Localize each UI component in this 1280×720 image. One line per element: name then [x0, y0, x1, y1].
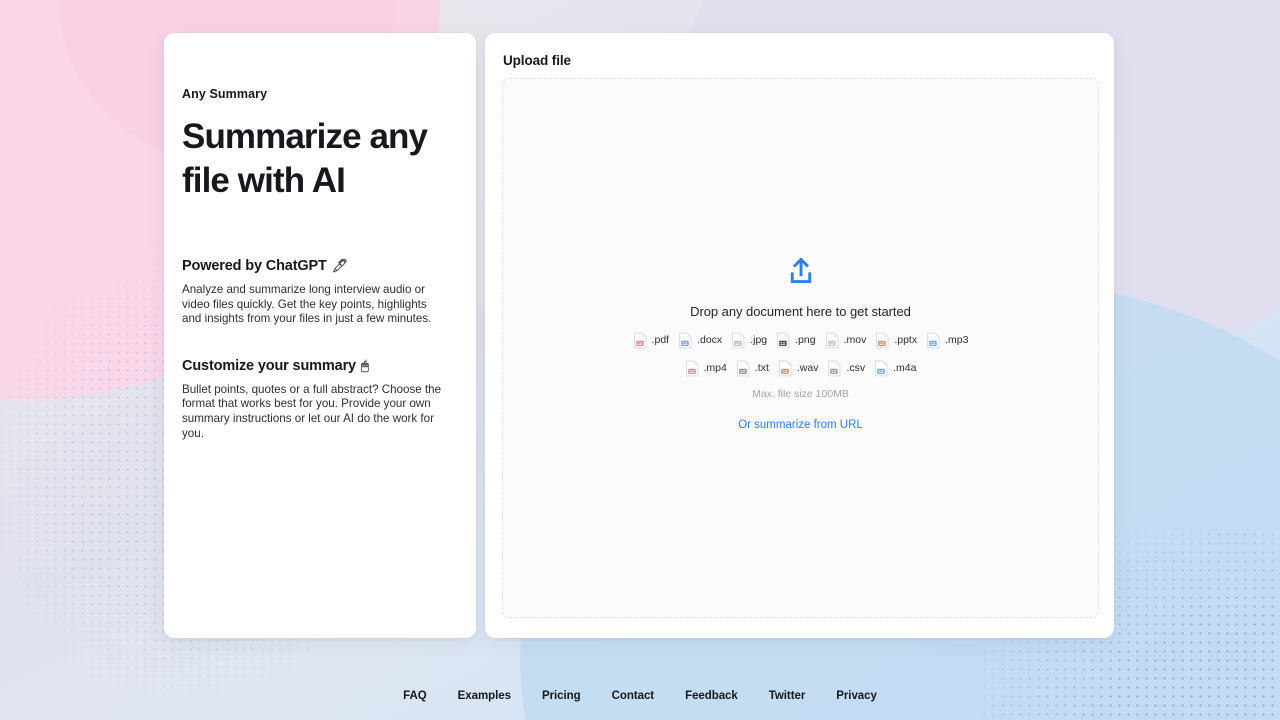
- pptx-file-icon: [875, 332, 890, 349]
- mov-filetype-chip: .mov: [825, 332, 867, 349]
- m4a-file-icon: [874, 360, 889, 377]
- feature-block-chatgpt: Powered by ChatGPT 🖊 Analyze and summari…: [182, 258, 444, 327]
- feature-heading-text: Customize your summary: [182, 357, 356, 374]
- supported-filetypes-row-1: .pdf .docx .jpg .png .mov .pptx .mp3: [601, 332, 1001, 349]
- dropzone-headline: Drop any document here to get started: [690, 303, 911, 319]
- footer-link-examples[interactable]: Examples: [458, 690, 511, 702]
- pptx-filetype-chip: .pptx: [875, 332, 917, 349]
- mp3-filetype-chip: .mp3: [926, 332, 968, 349]
- png-filetype-chip: .png: [776, 332, 816, 349]
- filetype-label: .csv: [846, 361, 866, 374]
- feature-body: Analyze and summarize long interview aud…: [182, 283, 432, 326]
- mov-file-icon: [825, 332, 840, 349]
- filetype-label: .mov: [843, 333, 867, 346]
- mp3-file-icon: [926, 332, 941, 349]
- feature-heading: Powered by ChatGPT 🖊: [182, 258, 444, 274]
- file-dropzone[interactable]: Drop any document here to get started .p…: [502, 78, 1099, 618]
- summarize-from-url-link[interactable]: Or summarize from URL: [738, 419, 863, 431]
- m4a-filetype-chip: .m4a: [874, 360, 916, 377]
- pen-emoji: 🖊: [331, 258, 349, 273]
- supported-filetypes-row-2: .mp4 .txt .wav .csv .m4a: [601, 360, 1001, 377]
- footer-link-faq[interactable]: FAQ: [403, 690, 427, 702]
- brand-name: Any Summary: [182, 87, 268, 101]
- txt-filetype-chip: .txt: [736, 360, 769, 377]
- filetype-label: .pdf: [651, 333, 670, 346]
- footer-nav: FAQ Examples Pricing Contact Feedback Twitter…: [0, 690, 1280, 702]
- footer-link-pricing[interactable]: Pricing: [542, 690, 581, 702]
- filetype-label: .mp4: [703, 361, 727, 374]
- filetype-label: .pptx: [894, 333, 918, 346]
- filetype-label: .wav: [796, 361, 819, 374]
- mp4-filetype-chip: .mp4: [685, 360, 727, 377]
- csv-filetype-chip: .csv: [827, 360, 865, 377]
- docx-filetype-chip: .docx: [678, 332, 722, 349]
- feature-body: Bullet points, quotes or a full abstract…: [182, 382, 442, 440]
- txt-file-icon: [736, 360, 751, 377]
- filetype-label: .jpg: [750, 333, 768, 346]
- wav-file-icon: [778, 360, 793, 377]
- upload-card: Upload file Drop any document here to ge…: [485, 33, 1114, 638]
- footer-link-feedback[interactable]: Feedback: [685, 690, 738, 702]
- upload-panel-title: Upload file: [503, 53, 571, 68]
- docx-file-icon: [678, 332, 693, 349]
- filetype-label: .png: [795, 333, 816, 346]
- mouse-emoji: 🖱: [360, 357, 369, 373]
- png-file-icon: [776, 332, 791, 349]
- mp4-file-icon: [685, 360, 700, 377]
- filetype-label: .mp3: [945, 333, 969, 346]
- feature-block-customize: Customize your summary 🖱 Bullet points, …: [182, 358, 444, 441]
- jpg-file-icon: [731, 332, 746, 349]
- feature-heading-text: Powered by ChatGPT: [182, 258, 327, 274]
- footer-link-contact[interactable]: Contact: [612, 690, 655, 702]
- pdf-filetype-chip: .pdf: [633, 332, 670, 349]
- footer-link-twitter[interactable]: Twitter: [769, 690, 806, 702]
- filetype-label: .docx: [697, 333, 723, 346]
- csv-file-icon: [827, 360, 842, 377]
- max-file-size-note: Max. file size 100MB: [752, 387, 849, 400]
- feature-heading: Customize your summary 🖱: [182, 358, 444, 374]
- jpg-filetype-chip: .jpg: [731, 332, 767, 349]
- upload-arrow-icon: [790, 256, 811, 283]
- filetype-label: .txt: [754, 361, 769, 374]
- filetype-label: .m4a: [893, 361, 917, 374]
- pdf-file-icon: [633, 332, 648, 349]
- wav-filetype-chip: .wav: [778, 360, 819, 377]
- hero-card: Any Summary Summarize any file with AI P…: [164, 33, 476, 638]
- page-title: Summarize any file with AI: [182, 117, 428, 200]
- footer-link-privacy[interactable]: Privacy: [836, 690, 877, 702]
